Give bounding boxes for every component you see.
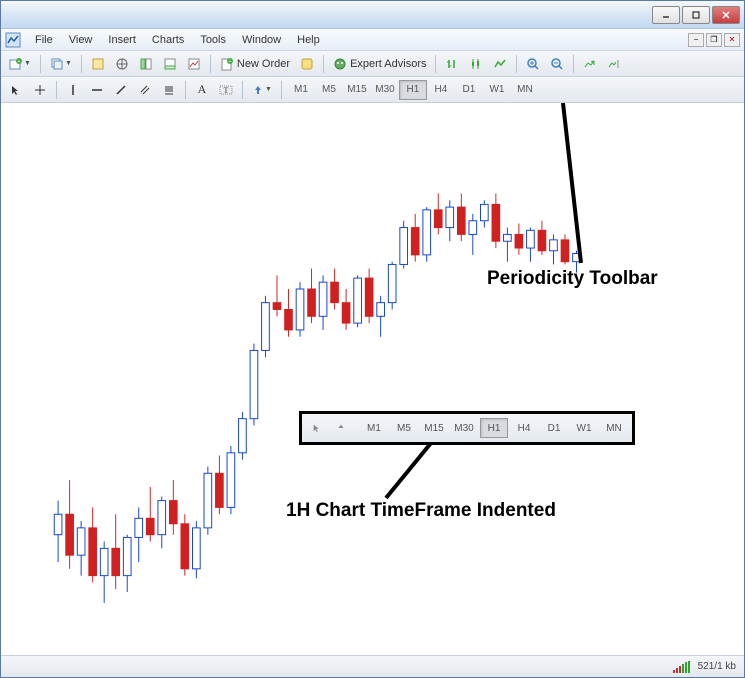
arrows-button[interactable] [330,418,352,438]
dropdown-arrow-icon: ▼ [265,86,272,93]
period-w1-button[interactable]: W1 [570,418,598,438]
period-m30-button[interactable]: M30 [371,80,399,100]
mdi-minimize-button[interactable]: − [688,33,704,47]
zoom-out-button[interactable] [546,54,568,74]
app-window: File View Insert Charts Tools Window Hel… [0,0,745,678]
dropdown-arrow-icon: ▼ [24,60,31,67]
period-w1-button[interactable]: W1 [483,80,511,100]
toolbar-line-studies: A T ▼ M1 M5 M15 M30 H1 H4 D1 W1 MN [1,77,744,103]
period-m15-button[interactable]: M15 [420,418,448,438]
separator [435,55,436,73]
separator [516,55,517,73]
new-order-button[interactable]: + New Order [216,54,294,74]
data-window-button[interactable] [111,54,133,74]
svg-text:T: T [224,86,229,95]
strategy-tester-button[interactable] [183,54,205,74]
period-mn-button[interactable]: MN [511,80,539,100]
chart-shift-button[interactable] [603,54,625,74]
expert-advisors-label: Expert Advisors [350,58,426,70]
market-watch-button[interactable] [87,54,109,74]
menu-tools[interactable]: Tools [192,32,234,48]
period-m1-button[interactable]: M1 [287,80,315,100]
separator [56,81,57,99]
trendline-button[interactable] [110,80,132,100]
period-m5-button[interactable]: M5 [390,418,418,438]
zoom-in-button[interactable] [522,54,544,74]
statusbar: 521/1 kb [1,655,744,677]
period-h1-button[interactable]: H1 [399,80,427,100]
vertical-line-button[interactable] [62,80,84,100]
fibonacci-button[interactable] [158,80,180,100]
menu-charts[interactable]: Charts [144,32,192,48]
period-d1-button[interactable]: D1 [540,418,568,438]
mdi-restore-button[interactable]: ❐ [706,33,722,47]
text-label-button[interactable]: T [215,80,237,100]
auto-scroll-button[interactable] [579,54,601,74]
chart-area[interactable]: Periodicity Toolbar M1 M5 M15 M30 H1 H4 … [1,103,744,655]
new-chart-button[interactable]: + ▼ [5,54,35,74]
svg-text:+: + [18,59,21,65]
cursor-button[interactable] [5,80,27,100]
menu-insert[interactable]: Insert [100,32,144,48]
dropdown-arrow-icon: ▼ [65,60,72,67]
period-h4-button[interactable]: H4 [427,80,455,100]
menubar: File View Insert Charts Tools Window Hel… [1,29,744,51]
periodicity-toolbar-duplicate: M1 M5 M15 M30 H1 H4 D1 W1 MN [299,411,635,445]
candlestick-chart-button[interactable] [465,54,487,74]
period-m15-button[interactable]: M15 [343,80,371,100]
arrows-button[interactable]: ▼ [248,80,276,100]
period-h4-button[interactable]: H4 [510,418,538,438]
separator [573,55,574,73]
minimize-button[interactable] [652,6,680,24]
crosshair-button[interactable] [29,80,51,100]
close-button[interactable] [712,6,740,24]
titlebar [1,1,744,29]
separator [323,55,324,73]
connection-indicator-icon [673,661,690,673]
menu-window[interactable]: Window [234,32,289,48]
period-m1-button[interactable]: M1 [360,418,388,438]
candlestick-chart [1,103,744,655]
mdi-close-button[interactable]: ✕ [724,33,740,47]
period-mn-button[interactable]: MN [600,418,628,438]
menu-help[interactable]: Help [289,32,328,48]
line-chart-button[interactable] [489,54,511,74]
horizontal-line-button[interactable] [86,80,108,100]
equidistant-channel-button[interactable] [134,80,156,100]
period-h1-button[interactable]: H1 [480,418,508,438]
separator [210,55,211,73]
bar-chart-button[interactable] [441,54,463,74]
period-d1-button[interactable]: D1 [455,80,483,100]
menu-view[interactable]: View [61,32,101,48]
separator [81,55,82,73]
svg-text:+: + [228,59,231,65]
app-icon [5,32,21,48]
terminal-button[interactable] [159,54,181,74]
menu-file[interactable]: File [27,32,61,48]
toolbar-standard: + ▼ ▼ + New Order [1,51,744,77]
navigator-button[interactable] [135,54,157,74]
periodicity-toolbar: M1 M5 M15 M30 H1 H4 D1 W1 MN [287,80,539,100]
metaeditor-button[interactable] [296,54,318,74]
cursor-button[interactable] [306,418,328,438]
separator [185,81,186,99]
profiles-button[interactable]: ▼ [46,54,76,74]
separator [281,81,282,99]
separator [242,81,243,99]
new-order-label: New Order [237,58,290,70]
expert-advisors-button[interactable]: Expert Advisors [329,54,430,74]
separator [40,55,41,73]
mdi-controls: − ❐ ✕ [688,33,740,47]
text-button[interactable]: A [191,80,213,100]
maximize-button[interactable] [682,6,710,24]
status-data-label: 521/1 kb [698,661,736,672]
period-m5-button[interactable]: M5 [315,80,343,100]
period-m30-button[interactable]: M30 [450,418,478,438]
